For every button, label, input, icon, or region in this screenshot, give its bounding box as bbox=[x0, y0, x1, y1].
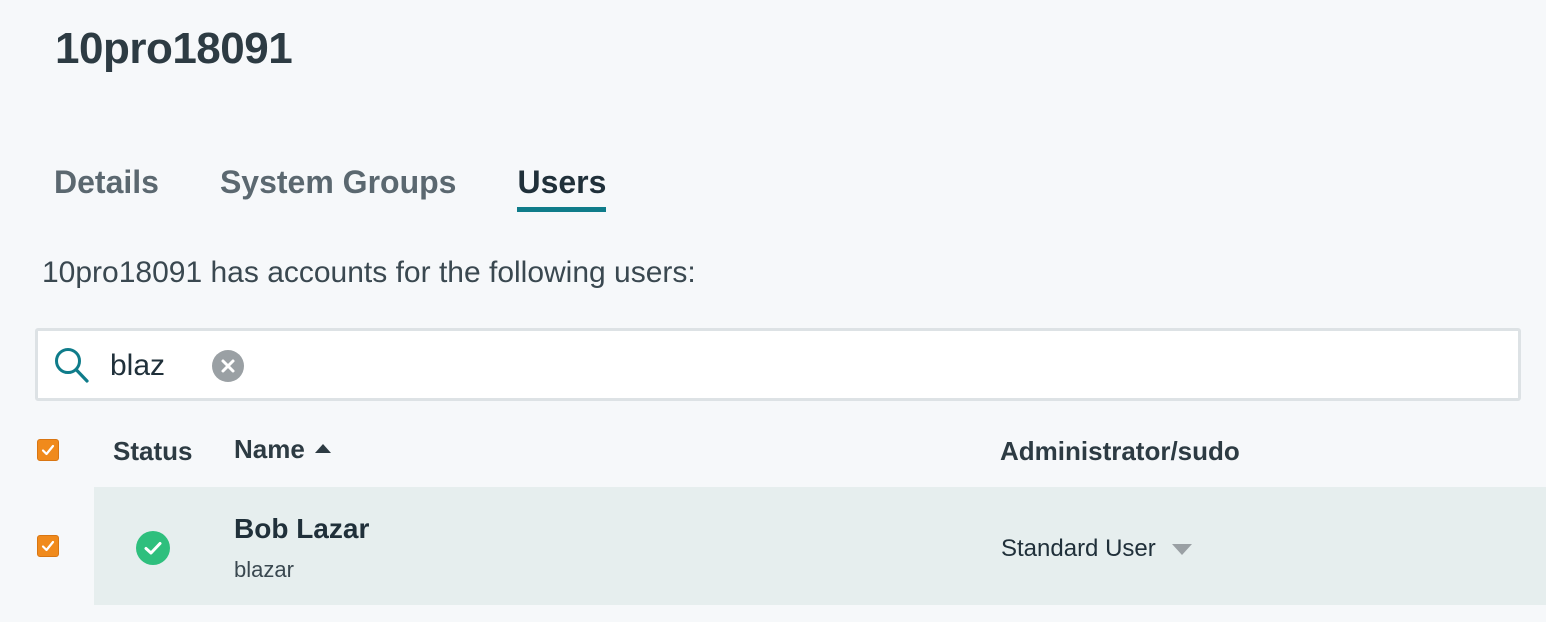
role-dropdown-value: Standard User bbox=[1001, 535, 1156, 562]
table-row[interactable]: Bob Lazar blazar Standard User bbox=[94, 487, 1546, 605]
search-icon bbox=[54, 347, 90, 385]
user-full-name: Bob Lazar bbox=[234, 513, 370, 544]
users-description: 10pro18091 has accounts for the followin… bbox=[42, 256, 696, 289]
column-header-status: Status bbox=[113, 436, 193, 466]
column-header-name-label: Name bbox=[234, 434, 305, 464]
chevron-down-icon bbox=[1171, 543, 1192, 555]
status-ok-icon bbox=[136, 531, 170, 565]
page-title: 10pro18091 bbox=[55, 24, 293, 73]
tab-bar: Details System Groups Users bbox=[54, 160, 667, 212]
tab-system-groups[interactable]: System Groups bbox=[220, 160, 457, 212]
tab-users[interactable]: Users bbox=[517, 160, 607, 212]
search-input[interactable] bbox=[108, 341, 212, 391]
user-username: blazar bbox=[234, 557, 294, 582]
search-box bbox=[35, 328, 1521, 401]
tab-details[interactable]: Details bbox=[54, 160, 159, 212]
clear-search-icon[interactable] bbox=[212, 350, 244, 382]
role-dropdown[interactable]: Standard User bbox=[1001, 535, 1192, 563]
select-all-checkbox[interactable] bbox=[37, 439, 59, 461]
column-header-admin: Administrator/sudo bbox=[1000, 436, 1240, 466]
row-checkbox[interactable] bbox=[37, 535, 59, 557]
column-header-name[interactable]: Name bbox=[234, 434, 331, 465]
sort-ascending-icon bbox=[314, 444, 331, 453]
